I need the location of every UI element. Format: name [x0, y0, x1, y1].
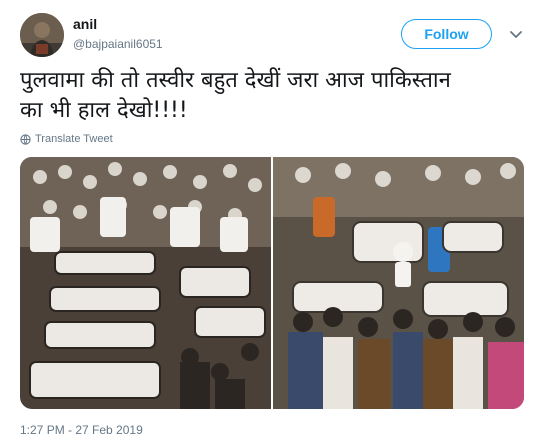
photo-left[interactable]	[20, 157, 271, 409]
tweet-timestamp[interactable]: 1:27 PM - 27 Feb 2019	[20, 423, 143, 437]
tweet-media[interactable]	[20, 157, 524, 409]
follow-button[interactable]: Follow	[401, 19, 492, 49]
photo-right[interactable]	[273, 157, 524, 409]
translate-tweet-link[interactable]: Translate Tweet	[20, 133, 113, 145]
tweet-text: पुलवामा की तो तस्वीर बहुत देखीं जरा आज प…	[20, 66, 530, 126]
display-name[interactable]: anil	[73, 16, 97, 32]
tweet-text-line-2: का भी हाल देखो!!!!	[20, 98, 188, 123]
chevron-down-icon[interactable]	[509, 28, 523, 42]
avatar[interactable]	[20, 13, 64, 57]
profile-photo-icon	[20, 13, 64, 57]
user-handle[interactable]: @bajpaianil6051	[73, 37, 163, 51]
globe-icon	[20, 133, 31, 145]
tweet-text-line-1: पुलवामा की तो तस्वीर बहुत देखीं जरा आज प…	[20, 68, 451, 93]
translate-tweet-label[interactable]: Translate Tweet	[35, 133, 113, 145]
